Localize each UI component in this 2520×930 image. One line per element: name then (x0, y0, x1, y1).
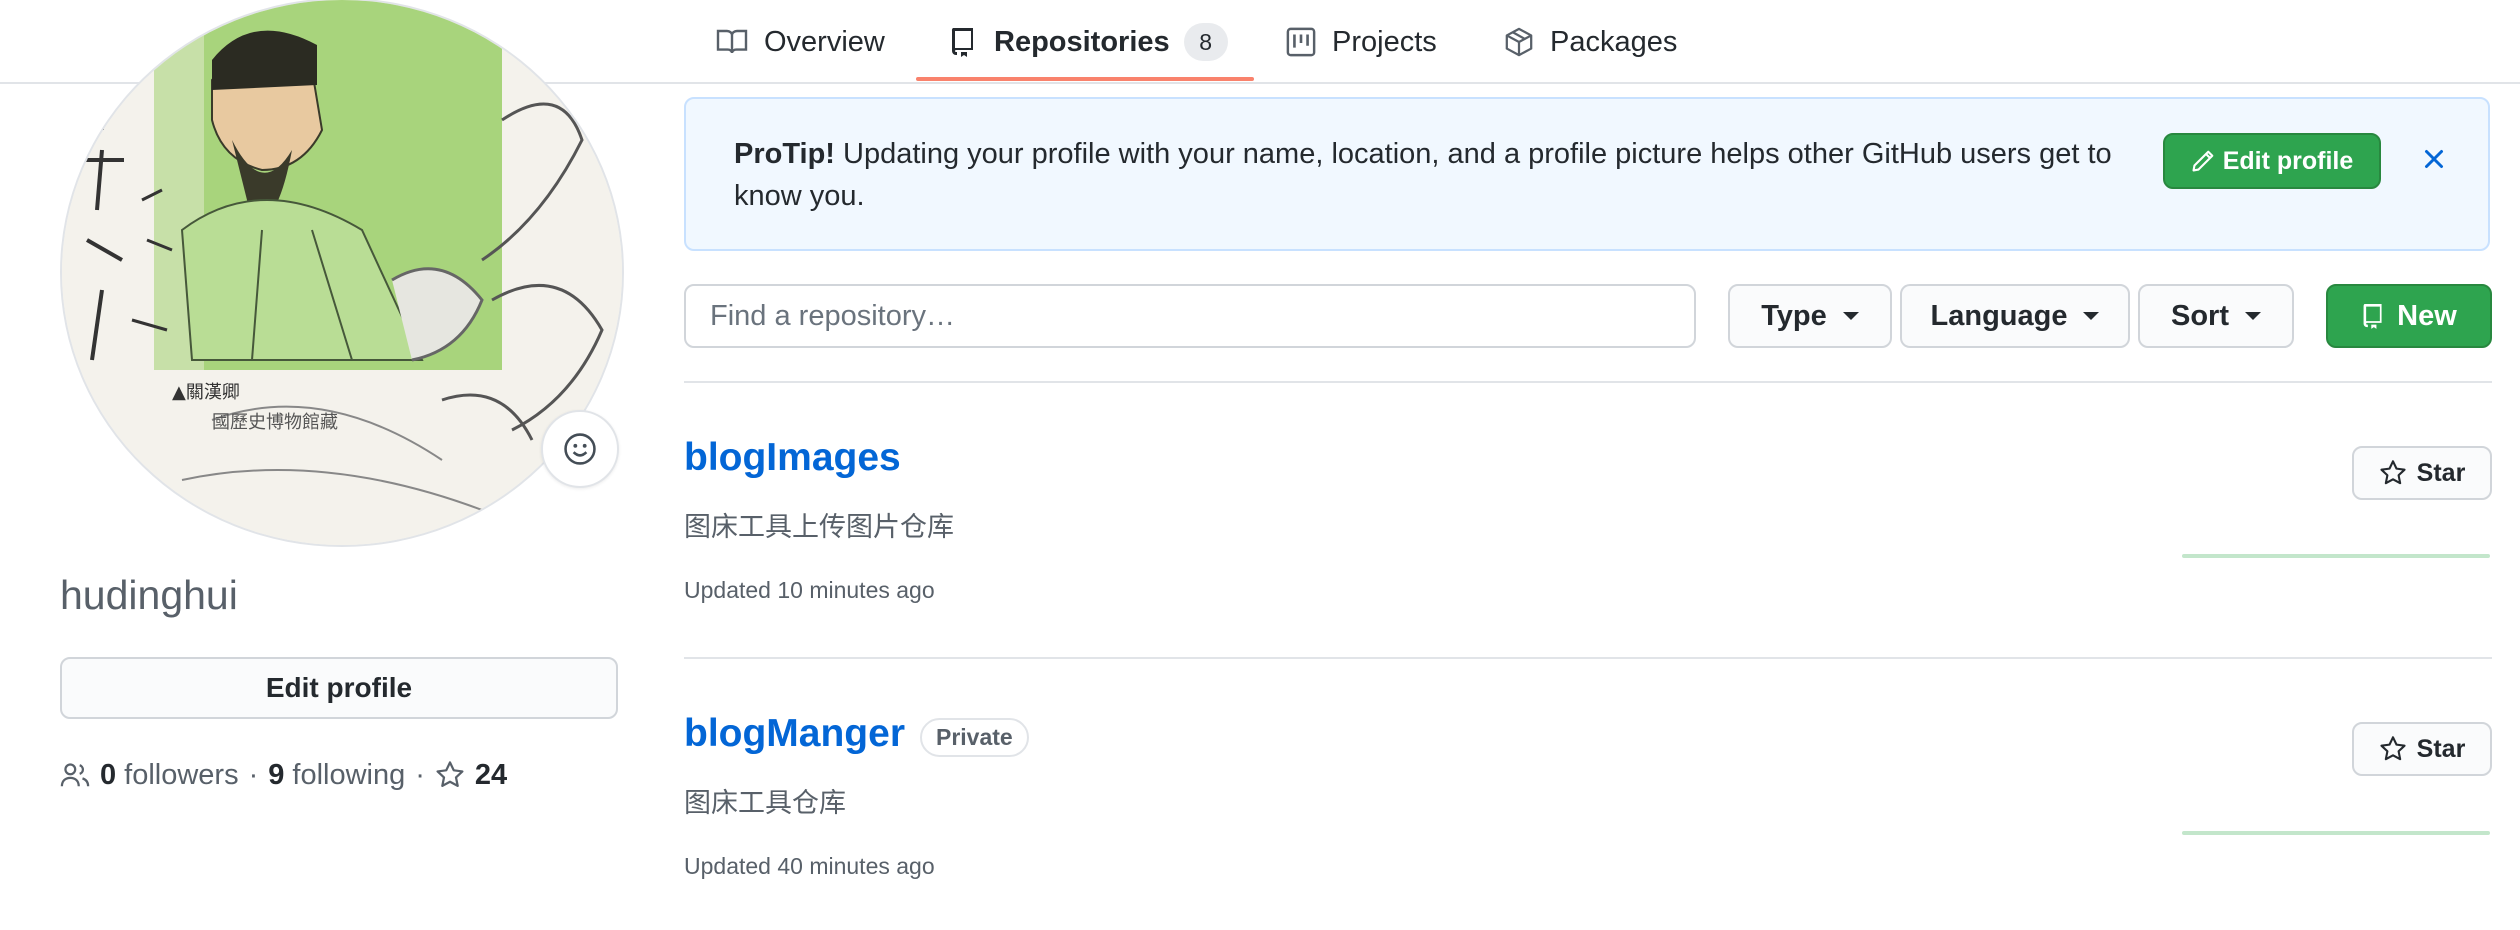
protip-edit-profile-label: Edit profile (2222, 146, 2354, 175)
list-divider (684, 381, 2492, 383)
caret-down-icon (1842, 312, 1859, 320)
tab-repositories-label: Repositories (994, 25, 1170, 58)
find-repository-input[interactable] (684, 284, 1696, 348)
tab-repositories[interactable]: Repositories 8 (948, 0, 1228, 84)
following-label: following (292, 758, 406, 791)
language-filter-dropdown[interactable]: Language (1900, 284, 2130, 348)
star-icon (435, 760, 465, 790)
caret-down-icon (2083, 312, 2100, 320)
package-icon (1504, 26, 1534, 58)
protip-title: ProTip! (734, 138, 835, 170)
repo-name-link[interactable]: blogManger (684, 712, 905, 756)
caret-down-icon (2245, 312, 2261, 320)
project-icon (1286, 27, 1316, 57)
new-repository-label: New (2397, 299, 2457, 332)
tab-packages[interactable]: Packages (1504, 0, 1677, 84)
edit-profile-button[interactable]: Edit profile (60, 657, 618, 719)
selected-tab-underline (916, 77, 1254, 81)
stats-separator: · (248, 758, 259, 791)
repo-icon (2361, 302, 2385, 330)
activity-sparkline (2182, 831, 2490, 835)
tab-overview-label: Overview (764, 25, 885, 58)
stats-separator: · (415, 758, 425, 791)
stars-count: 24 (474, 758, 508, 791)
followers-link[interactable]: 0 followers (100, 759, 239, 792)
set-status-button[interactable] (541, 410, 619, 488)
pencil-icon (2191, 149, 2215, 173)
tab-projects-label: Projects (1332, 25, 1437, 58)
repo-updated-time: Updated 10 minutes ago (684, 577, 935, 603)
repositories-count-badge: 8 (1183, 23, 1228, 61)
sort-label: Sort (2171, 299, 2229, 332)
close-icon (2422, 147, 2446, 171)
avatar: ▲關漢卿 國歷史博物館藏 (60, 0, 624, 547)
star-icon (2379, 735, 2407, 763)
tab-projects[interactable]: Projects (1286, 0, 1437, 84)
profile-stats: 0 followers · 9 following · 24 (60, 752, 515, 798)
repo-description: 图床工具上传图片仓库 (684, 512, 954, 542)
people-icon (60, 760, 90, 790)
book-icon (716, 26, 748, 58)
repo-icon (948, 26, 978, 58)
following-link[interactable]: 9 following (268, 759, 405, 792)
tab-packages-label: Packages (1550, 25, 1678, 58)
star-icon (2379, 459, 2407, 487)
type-filter-label: Type (1761, 299, 1827, 332)
list-divider (684, 657, 2492, 659)
star-button[interactable]: Star (2352, 722, 2492, 776)
smiley-icon (563, 432, 597, 466)
activity-sparkline (2182, 554, 2490, 558)
tab-overview[interactable]: Overview (716, 0, 885, 84)
sort-dropdown[interactable]: Sort (2138, 284, 2294, 348)
protip-message: ProTip! Updating your profile with your … (734, 133, 2134, 217)
protip-banner: ProTip! Updating your profile with your … (684, 97, 2490, 251)
star-button-label: Star (2416, 734, 2466, 763)
repo-updated-time: Updated 40 minutes ago (684, 853, 935, 879)
new-repository-button[interactable]: New (2326, 284, 2492, 348)
type-filter-dropdown[interactable]: Type (1728, 284, 1892, 348)
repo-name-link[interactable]: blogImages (684, 436, 901, 480)
avatar-caption-line-2: 國歷史博物館藏 (212, 412, 338, 433)
protip-edit-profile-button[interactable]: Edit profile (2163, 133, 2381, 189)
star-button[interactable]: Star (2352, 446, 2492, 500)
protip-body: Updating your profile with your name, lo… (734, 138, 2112, 212)
followers-count: 0 (100, 758, 117, 791)
protip-close-button[interactable] (2416, 141, 2452, 177)
private-badge: Private (920, 718, 1029, 757)
following-count: 9 (268, 758, 285, 791)
stars-link[interactable]: 24 (435, 759, 515, 792)
username: hudinghui (60, 572, 238, 618)
avatar-caption-line-1: ▲關漢卿 (172, 382, 240, 403)
repo-description: 图床工具仓库 (684, 788, 846, 818)
language-filter-label: Language (1930, 299, 2068, 332)
star-button-label: Star (2416, 458, 2466, 487)
followers-label: followers (124, 758, 239, 791)
